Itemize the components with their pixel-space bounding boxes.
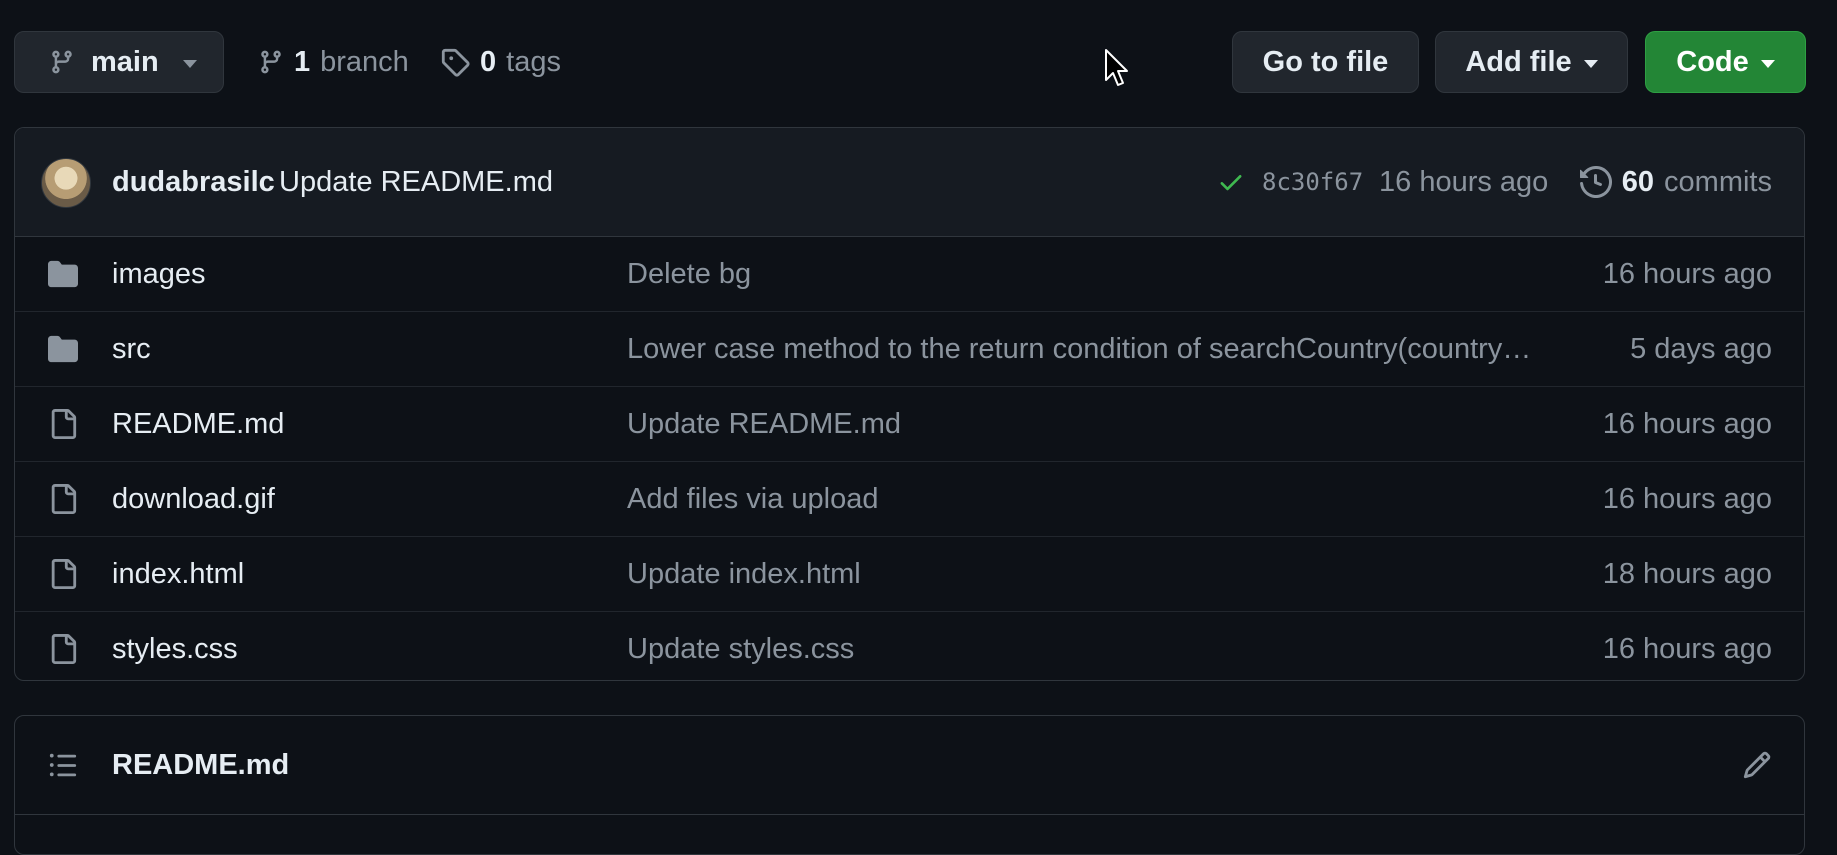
add-file-button[interactable]: Add file: [1435, 31, 1628, 93]
commit-message[interactable]: Update README.md: [279, 128, 553, 236]
go-to-file-button[interactable]: Go to file: [1232, 31, 1419, 93]
branch-name: main: [91, 45, 159, 78]
commit-time: 16 hours ago: [1379, 166, 1549, 198]
chevron-down-icon: [182, 59, 197, 68]
file-commit-message[interactable]: Update index.html: [627, 537, 861, 611]
go-to-file-label: Go to file: [1262, 45, 1389, 78]
file-icon: [47, 409, 79, 439]
file-row[interactable]: README.md Update README.md 16 hours ago: [15, 387, 1804, 462]
file-age: 18 hours ago: [1602, 558, 1772, 590]
branches-label: branch: [320, 45, 409, 78]
file-row[interactable]: src Lower case method to the return cond…: [15, 312, 1804, 387]
file-name[interactable]: README.md: [112, 387, 284, 461]
list-icon[interactable]: [48, 750, 78, 780]
git-branch-icon: [258, 47, 284, 77]
mouse-cursor-icon: [1104, 48, 1130, 88]
file-name[interactable]: images: [112, 237, 206, 311]
folder-icon: [47, 259, 79, 289]
file-list-panel: dudabrasilc Update README.md 8c30f67 16 …: [14, 127, 1805, 681]
commits-count: 60: [1621, 165, 1655, 198]
file-row[interactable]: download.gif Add files via upload 16 hou…: [15, 462, 1804, 537]
file-age: 16 hours ago: [1602, 408, 1772, 440]
file-commit-message[interactable]: Update README.md: [627, 387, 901, 461]
file-name[interactable]: index.html: [112, 537, 244, 611]
file-row[interactable]: images Delete bg 16 hours ago: [15, 237, 1804, 312]
code-button[interactable]: Code: [1645, 31, 1806, 93]
latest-commit-bar: dudabrasilc Update README.md 8c30f67 16 …: [15, 128, 1804, 237]
commits-label: commits: [1664, 165, 1772, 198]
file-row[interactable]: styles.css Update styles.css 16 hours ag…: [15, 612, 1804, 680]
tag-icon: [440, 47, 470, 77]
file-age: 16 hours ago: [1602, 258, 1772, 290]
history-icon: [1579, 166, 1612, 198]
readme-title[interactable]: README.md: [112, 716, 289, 814]
commit-sha[interactable]: 8c30f67: [1262, 128, 1363, 236]
file-commit-message[interactable]: Lower case method to the return conditio…: [627, 312, 1531, 386]
folder-icon: [47, 334, 79, 364]
commits-link[interactable]: 60 commits: [1579, 128, 1772, 236]
git-branch-icon: [49, 47, 75, 77]
file-commit-message[interactable]: Delete bg: [627, 237, 751, 311]
readme-panel: README.md: [14, 715, 1805, 855]
file-icon: [47, 484, 79, 514]
file-name[interactable]: download.gif: [112, 462, 275, 536]
file-age: 5 days ago: [1630, 333, 1772, 365]
readme-header: README.md: [15, 716, 1804, 815]
pencil-icon[interactable]: [1742, 750, 1772, 780]
file-icon: [47, 634, 79, 664]
branches-link[interactable]: 1 branch: [258, 31, 409, 93]
file-icon: [47, 559, 79, 589]
file-row[interactable]: index.html Update index.html 18 hours ag…: [15, 537, 1804, 612]
code-label: Code: [1676, 45, 1749, 78]
chevron-down-icon: [1583, 59, 1598, 68]
file-rows: images Delete bg 16 hours ago src Lower …: [15, 237, 1804, 680]
tags-count: 0: [480, 45, 497, 78]
tags-link[interactable]: 0 tags: [440, 31, 561, 93]
branches-count: 1: [294, 45, 311, 78]
add-file-label: Add file: [1465, 45, 1572, 78]
branch-select-button[interactable]: main: [14, 31, 224, 93]
commit-author[interactable]: dudabrasilc: [112, 128, 275, 236]
file-age: 16 hours ago: [1602, 483, 1772, 515]
chevron-down-icon: [1760, 59, 1775, 68]
avatar[interactable]: [41, 158, 91, 208]
file-commit-message[interactable]: Add files via upload: [627, 462, 879, 536]
check-icon: [1217, 168, 1245, 196]
file-name[interactable]: styles.css: [112, 612, 238, 680]
file-commit-message[interactable]: Update styles.css: [627, 612, 854, 680]
tags-label: tags: [506, 45, 561, 78]
file-age: 16 hours ago: [1602, 633, 1772, 665]
file-name[interactable]: src: [112, 312, 151, 386]
